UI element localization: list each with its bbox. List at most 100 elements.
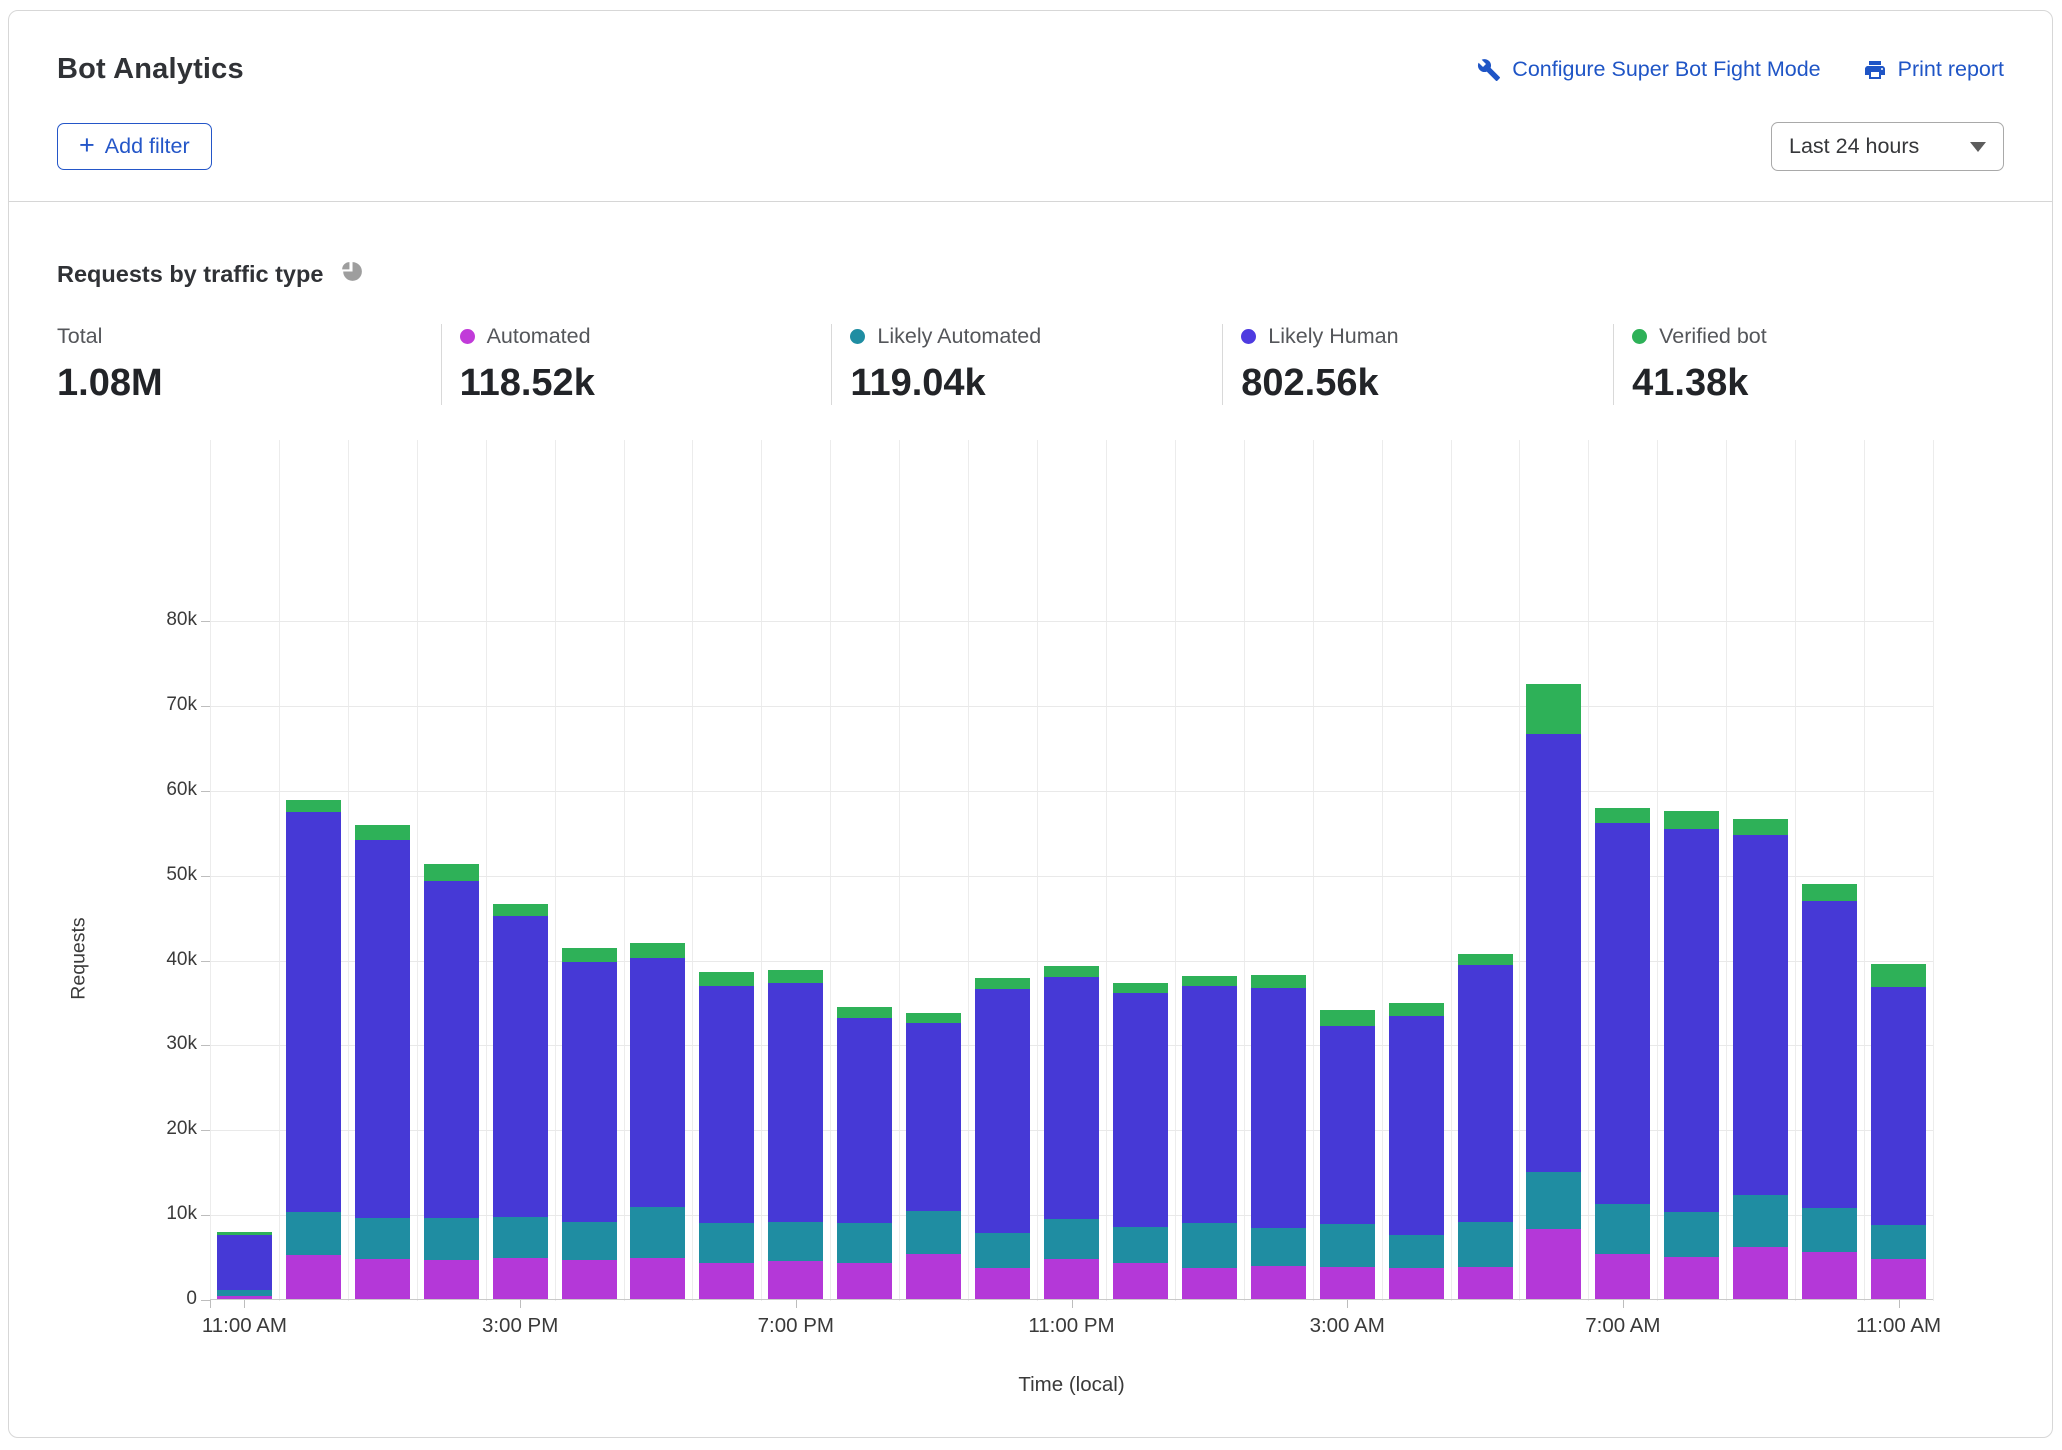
bar-segment-likely-automated[interactable] (906, 1211, 961, 1254)
bar-segment-verified-bot[interactable] (493, 904, 548, 916)
bar-segment-verified-bot[interactable] (906, 1013, 961, 1023)
bar-segment-likely-human[interactable] (1802, 901, 1857, 1208)
bar-segment-likely-automated[interactable] (768, 1222, 823, 1261)
bar-segment-automated[interactable] (975, 1268, 1030, 1299)
bar-segment-automated[interactable] (1251, 1266, 1306, 1299)
bar-segment-likely-human[interactable] (630, 958, 685, 1208)
bar-segment-likely-automated[interactable] (1595, 1204, 1650, 1254)
bar-segment-likely-automated[interactable] (1802, 1208, 1857, 1252)
bar-segment-automated[interactable] (1595, 1254, 1650, 1299)
bar-segment-automated[interactable] (1113, 1263, 1168, 1299)
stacked-bar[interactable] (1458, 954, 1513, 1299)
configure-super-bot-fight-mode-link[interactable]: Configure Super Bot Fight Mode (1477, 57, 1820, 82)
bar-segment-likely-automated[interactable] (1871, 1225, 1926, 1259)
bar-segment-automated[interactable] (1526, 1229, 1581, 1299)
bar-segment-verified-bot[interactable] (355, 825, 410, 840)
bar-segment-verified-bot[interactable] (562, 948, 617, 962)
bar-segment-likely-human[interactable] (493, 916, 548, 1216)
bar-segment-verified-bot[interactable] (1595, 808, 1650, 823)
stacked-bar[interactable] (906, 1013, 961, 1299)
bar-segment-automated[interactable] (217, 1296, 272, 1299)
bar-segment-likely-automated[interactable] (1182, 1223, 1237, 1268)
bar-segment-verified-bot[interactable] (1802, 884, 1857, 901)
bar-segment-automated[interactable] (768, 1261, 823, 1299)
stacked-bar[interactable] (1526, 684, 1581, 1299)
bar-segment-likely-human[interactable] (906, 1023, 961, 1211)
bar-segment-likely-human[interactable] (1595, 823, 1650, 1204)
bar-segment-verified-bot[interactable] (286, 800, 341, 812)
bar-segment-likely-human[interactable] (217, 1235, 272, 1289)
bar-segment-verified-bot[interactable] (1664, 811, 1719, 829)
bar-segment-automated[interactable] (1182, 1268, 1237, 1299)
bar-segment-likely-human[interactable] (562, 962, 617, 1222)
add-filter-button[interactable]: + Add filter (57, 123, 212, 170)
stacked-bar[interactable] (493, 904, 548, 1299)
stacked-bar[interactable] (1389, 1003, 1444, 1299)
print-report-link[interactable]: Print report (1863, 57, 2004, 82)
bar-segment-likely-human[interactable] (355, 840, 410, 1218)
bar-segment-automated[interactable] (493, 1258, 548, 1299)
bar-segment-likely-human[interactable] (699, 986, 754, 1224)
bar-segment-automated[interactable] (424, 1260, 479, 1299)
stacked-bar[interactable] (424, 864, 479, 1299)
stacked-bar[interactable] (217, 1232, 272, 1299)
bar-segment-verified-bot[interactable] (1320, 1010, 1375, 1025)
stacked-bar[interactable] (1802, 884, 1857, 1299)
stacked-bar[interactable] (1871, 964, 1926, 1299)
stacked-bar[interactable] (1182, 976, 1237, 1299)
bar-segment-automated[interactable] (1389, 1268, 1444, 1299)
bar-segment-verified-bot[interactable] (768, 970, 823, 984)
bar-segment-likely-automated[interactable] (286, 1212, 341, 1254)
stacked-bar[interactable] (1733, 819, 1788, 1299)
bar-segment-likely-human[interactable] (1871, 987, 1926, 1225)
bar-segment-verified-bot[interactable] (1871, 964, 1926, 987)
stacked-bar[interactable] (768, 970, 823, 1299)
bar-segment-verified-bot[interactable] (837, 1007, 892, 1018)
bar-segment-likely-human[interactable] (1458, 965, 1513, 1221)
bar-segment-verified-bot[interactable] (975, 978, 1030, 989)
stacked-bar[interactable] (355, 825, 410, 1299)
bar-segment-likely-human[interactable] (1044, 977, 1099, 1219)
bar-segment-verified-bot[interactable] (424, 864, 479, 881)
bar-segment-automated[interactable] (355, 1259, 410, 1299)
bar-segment-likely-automated[interactable] (975, 1233, 1030, 1269)
bar-segment-likely-automated[interactable] (493, 1217, 548, 1259)
bar-segment-verified-bot[interactable] (1251, 975, 1306, 988)
bar-segment-likely-automated[interactable] (630, 1207, 685, 1258)
stacked-bar[interactable] (1044, 966, 1099, 1299)
bar-segment-likely-human[interactable] (1251, 988, 1306, 1228)
bar-segment-automated[interactable] (630, 1258, 685, 1299)
bar-segment-likely-human[interactable] (424, 881, 479, 1219)
stacked-bar[interactable] (975, 978, 1030, 1299)
bar-segment-likely-human[interactable] (768, 983, 823, 1221)
bar-segment-likely-automated[interactable] (1251, 1228, 1306, 1266)
bar-segment-likely-automated[interactable] (837, 1223, 892, 1263)
bar-segment-likely-automated[interactable] (1320, 1224, 1375, 1266)
bar-segment-verified-bot[interactable] (630, 943, 685, 957)
bar-segment-likely-human[interactable] (1389, 1016, 1444, 1236)
bar-segment-likely-automated[interactable] (1389, 1235, 1444, 1267)
bar-segment-likely-automated[interactable] (1733, 1195, 1788, 1247)
bar-segment-verified-bot[interactable] (1458, 954, 1513, 965)
bar-segment-verified-bot[interactable] (699, 972, 754, 986)
bar-segment-verified-bot[interactable] (1113, 983, 1168, 993)
bar-segment-automated[interactable] (699, 1263, 754, 1299)
bar-segment-likely-human[interactable] (1113, 993, 1168, 1226)
bar-segment-automated[interactable] (1871, 1259, 1926, 1299)
stacked-bar[interactable] (1113, 983, 1168, 1299)
stacked-bar[interactable] (630, 943, 685, 1299)
bar-segment-automated[interactable] (1458, 1267, 1513, 1299)
bar-segment-automated[interactable] (1664, 1257, 1719, 1299)
bar-segment-likely-automated[interactable] (699, 1223, 754, 1262)
bar-segment-automated[interactable] (1733, 1247, 1788, 1299)
bar-segment-likely-human[interactable] (1733, 835, 1788, 1196)
stacked-bar[interactable] (699, 972, 754, 1299)
bar-segment-likely-automated[interactable] (1664, 1212, 1719, 1257)
bar-segment-likely-automated[interactable] (1113, 1227, 1168, 1263)
bar-segment-automated[interactable] (562, 1260, 617, 1299)
bar-segment-likely-human[interactable] (1320, 1026, 1375, 1225)
bar-segment-automated[interactable] (1802, 1252, 1857, 1299)
bar-segment-likely-automated[interactable] (562, 1222, 617, 1260)
bar-segment-likely-automated[interactable] (1458, 1222, 1513, 1267)
bar-segment-verified-bot[interactable] (1182, 976, 1237, 986)
